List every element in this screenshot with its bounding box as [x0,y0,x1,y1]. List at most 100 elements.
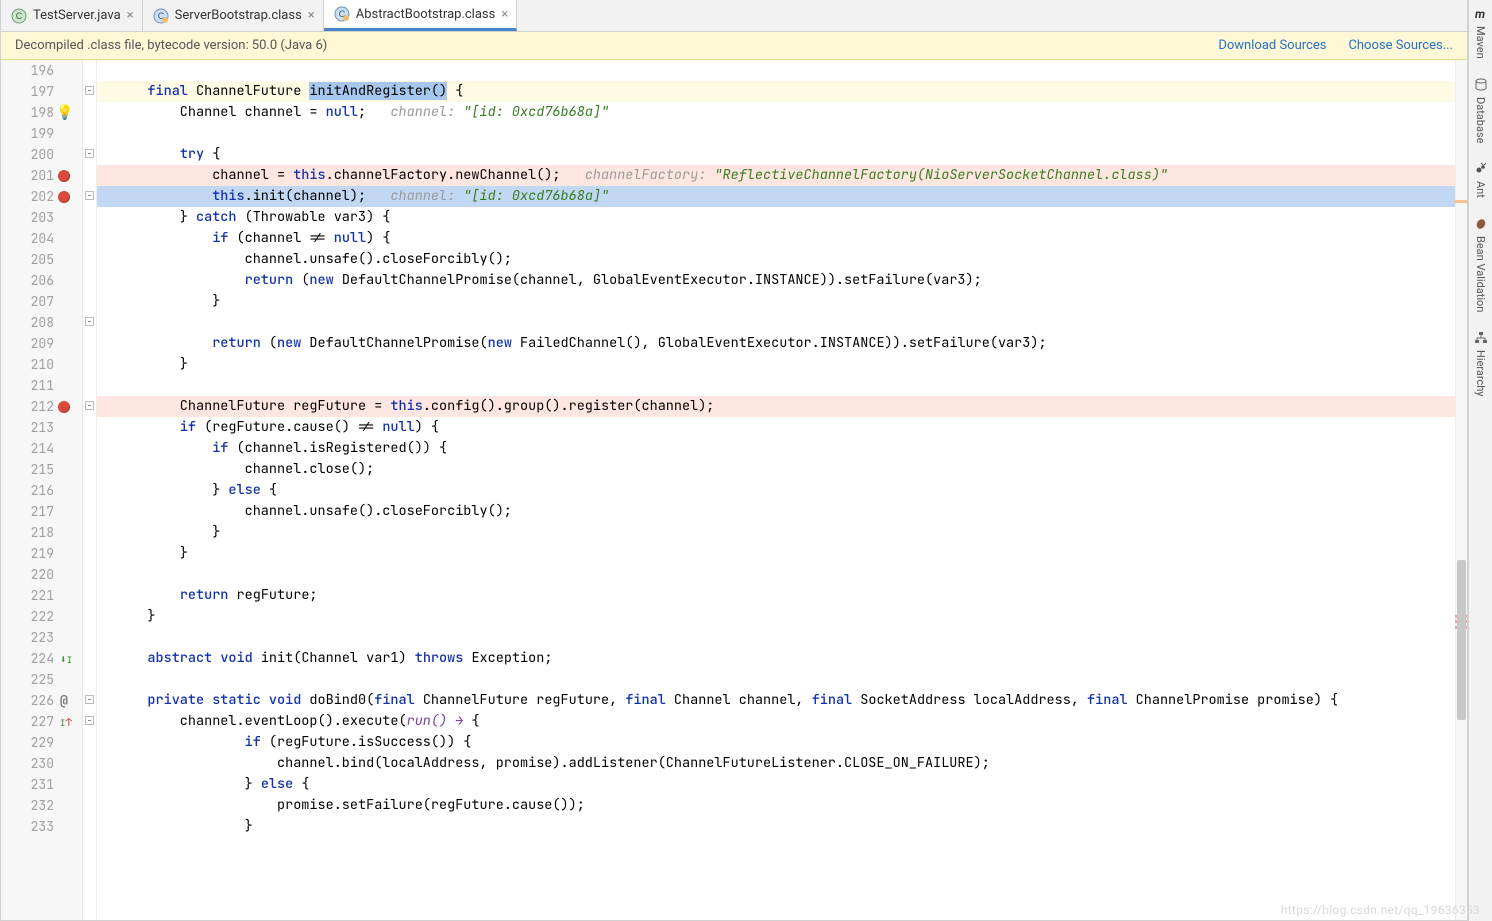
code-line[interactable]: return regFuture; [97,585,1467,606]
gutter-line[interactable]: 209 [1,333,82,354]
code-line[interactable]: } [97,816,1467,837]
tool-hierarchy[interactable]: Hierarchy [1473,330,1489,397]
code-line[interactable] [97,60,1467,81]
gutter-line[interactable]: 230 [1,753,82,774]
code-line[interactable]: final ChannelFuture initAndRegister() { [97,81,1467,102]
fold-toggle[interactable] [85,317,94,326]
code-line[interactable]: abstract void init(Channel var1) throws … [97,648,1467,669]
gutter-line[interactable]: 220 [1,564,82,585]
code-area[interactable]: final ChannelFuture initAndRegister() { … [97,60,1467,920]
code-line[interactable]: return (new DefaultChannelPromise(channe… [97,270,1467,291]
code-line[interactable]: return (new DefaultChannelPromise(new Fa… [97,333,1467,354]
code-line[interactable] [97,627,1467,648]
code-line[interactable]: channel.bind(localAddress, promise).addL… [97,753,1467,774]
gutter-line[interactable]: 215 [1,459,82,480]
gutter-line[interactable]: 219 [1,543,82,564]
fold-toggle[interactable] [85,401,94,410]
fold-toggle[interactable] [85,191,94,200]
code-line[interactable]: } else { [97,480,1467,501]
gutter-line[interactable]: 212 [1,396,82,417]
gutter-line[interactable]: 197 [1,81,82,102]
gutter-line[interactable]: 196 [1,60,82,81]
gutter-line[interactable]: 198💡 [1,102,82,123]
code-line[interactable]: channel.eventLoop().execute(run() → { [97,711,1467,732]
fold-toggle[interactable] [85,149,94,158]
code-line[interactable]: promise.setFailure(regFuture.cause()); [97,795,1467,816]
intention-bulb-icon[interactable]: 💡 [56,104,72,120]
gutter-line[interactable]: 223 [1,627,82,648]
code-line[interactable]: } [97,543,1467,564]
gutter-line[interactable]: 205 [1,249,82,270]
gutter-line[interactable]: 221 [1,585,82,606]
gutter-line[interactable]: 211 [1,375,82,396]
gutter-line[interactable]: 210 [1,354,82,375]
overrides-icon[interactable]: I↑ [60,713,76,729]
tool-bean-validation[interactable]: Bean Validation [1473,216,1489,312]
fold-toggle[interactable] [85,716,94,725]
tab-abstractbootstrap[interactable]: C AbstractBootstrap.class × [324,0,518,31]
code-line[interactable]: channel = this.channelFactory.newChannel… [97,165,1467,186]
fold-toggle[interactable] [85,86,94,95]
breakpoint-icon[interactable] [58,400,74,416]
close-icon[interactable]: × [308,9,315,22]
gutter-line[interactable]: 199 [1,123,82,144]
gutter-line[interactable]: 207 [1,291,82,312]
code-line[interactable] [97,669,1467,690]
fold-column[interactable] [83,60,97,920]
gutter-line[interactable]: 227I↑ [1,711,82,732]
gutter-line[interactable]: 202 [1,186,82,207]
tab-serverbootstrap[interactable]: C ServerBootstrap.class × [143,0,324,31]
fold-toggle[interactable] [85,695,94,704]
code-line[interactable] [97,564,1467,585]
code-line[interactable]: channel.unsafe().closeForcibly(); [97,249,1467,270]
breakpoint-icon[interactable] [58,169,74,185]
choose-sources-link[interactable]: Choose Sources... [1348,38,1453,53]
code-line[interactable]: } catch (Throwable var3) { [97,207,1467,228]
close-icon[interactable]: × [127,9,134,22]
code-line[interactable]: try { [97,144,1467,165]
code-line[interactable]: if (regFuture.cause() != null) { [97,417,1467,438]
code-line[interactable]: } [97,522,1467,543]
tab-testserver[interactable]: C TestServer.java × [1,0,143,31]
code-line[interactable]: this.init(channel); channel: "[id: 0xcd7… [97,186,1467,207]
annotation-icon[interactable]: @ [60,692,76,708]
code-line[interactable]: Channel channel = null; channel: "[id: 0… [97,102,1467,123]
gutter-line[interactable]: 200 [1,144,82,165]
code-line[interactable]: channel.close(); [97,459,1467,480]
code-line[interactable]: ChannelFuture regFuture = this.config().… [97,396,1467,417]
gutter-line[interactable]: 204 [1,228,82,249]
code-line[interactable]: } [97,606,1467,627]
gutter-line[interactable]: 222 [1,606,82,627]
download-sources-link[interactable]: Download Sources [1218,38,1326,53]
gutter-line[interactable]: 226@ [1,690,82,711]
gutter-line[interactable]: 217 [1,501,82,522]
code-line[interactable] [97,312,1467,333]
gutter-line[interactable]: 216 [1,480,82,501]
close-icon[interactable]: × [501,8,508,21]
gutter-line[interactable]: 231 [1,774,82,795]
code-line[interactable]: } else { [97,774,1467,795]
gutter-line[interactable]: 232 [1,795,82,816]
tool-maven[interactable]: m Maven [1473,6,1489,59]
scrollbar[interactable] [1455,60,1467,920]
gutter-line[interactable]: 208 [1,312,82,333]
gutter-line[interactable]: 201 [1,165,82,186]
code-line[interactable]: } [97,354,1467,375]
gutter-line[interactable]: 213 [1,417,82,438]
gutter-line[interactable]: 224⬇I [1,648,82,669]
gutter-line[interactable]: 233 [1,816,82,837]
code-line[interactable]: if (regFuture.isSuccess()) { [97,732,1467,753]
gutter-line[interactable]: 206 [1,270,82,291]
gutter-line[interactable]: 225 [1,669,82,690]
gutter-line[interactable]: 214 [1,438,82,459]
breakpoint-icon[interactable] [58,190,74,206]
code-editor[interactable]: 196197198💡199200201202203204205206207208… [1,60,1467,920]
implemented-icon[interactable]: ⬇I [60,650,76,666]
code-line[interactable] [97,375,1467,396]
code-line[interactable]: private static void doBind0(final Channe… [97,690,1467,711]
gutter-line[interactable]: 218 [1,522,82,543]
code-line[interactable] [97,123,1467,144]
line-gutter[interactable]: 196197198💡199200201202203204205206207208… [1,60,83,920]
code-line[interactable]: if (channel.isRegistered()) { [97,438,1467,459]
gutter-line[interactable]: 229 [1,732,82,753]
